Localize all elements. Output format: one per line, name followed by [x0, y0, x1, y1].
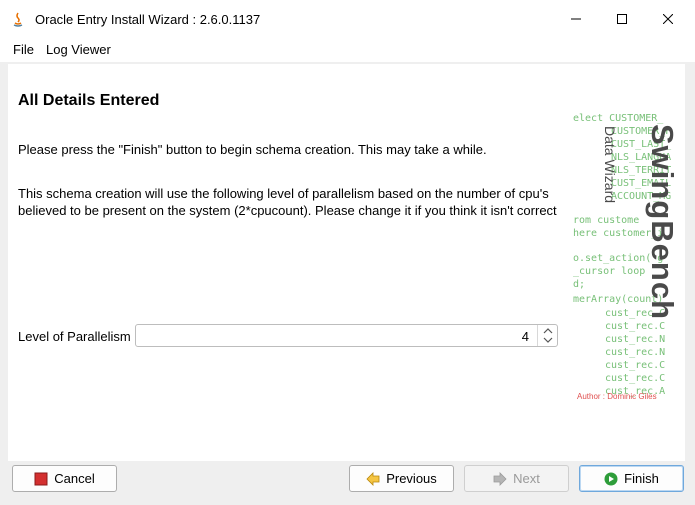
previous-button[interactable]: Previous [349, 465, 454, 492]
menu-file[interactable]: File [13, 42, 34, 57]
finish-button[interactable]: Finish [579, 465, 684, 492]
cancel-button[interactable]: Cancel [12, 465, 117, 492]
next-button[interactable]: Next [464, 465, 569, 492]
swingbench-logo-text: SwingBench [645, 124, 680, 321]
stop-icon [34, 472, 48, 485]
code-line: d; [573, 279, 586, 290]
chevron-down-icon[interactable] [538, 335, 558, 345]
title-bar: Oracle Entry Install Wizard : 2.6.0.1137 [0, 0, 695, 38]
window-title: Oracle Entry Install Wizard : 2.6.0.1137 [35, 12, 261, 27]
cancel-label: Cancel [54, 471, 95, 486]
arrow-right-icon [493, 471, 507, 486]
page-title: All Details Entered [18, 92, 160, 109]
play-icon [604, 472, 618, 485]
details-panel: All Details Entered Please press the "Fi… [8, 64, 573, 461]
wizard-window: Oracle Entry Install Wizard : 2.6.0.1137… [0, 0, 695, 505]
code-line: _cursor loop [573, 266, 646, 277]
menu-log-viewer[interactable]: Log Viewer [46, 42, 111, 57]
parallelism-label: Level of Parallelism [18, 329, 131, 344]
minimize-button[interactable] [553, 0, 599, 38]
parallelism-value: 4 [521, 329, 529, 344]
menu-bar: File Log Viewer [0, 38, 695, 62]
arrow-left-icon [366, 471, 380, 486]
author-credit: Author : Dominic Giles [577, 392, 657, 401]
previous-label: Previous [386, 471, 437, 486]
minimize-icon [571, 18, 581, 20]
code-line: rom custome [573, 215, 640, 226]
parallelism-spinner[interactable]: 4 [135, 324, 558, 347]
finish-label: Finish [624, 471, 659, 486]
maximize-button[interactable] [599, 0, 645, 38]
close-button[interactable] [645, 0, 691, 38]
next-label: Next [513, 471, 540, 486]
java-icon [13, 12, 23, 27]
finish-instruction-text: Please press the "Finish" button to begi… [18, 142, 487, 157]
maximize-icon [617, 14, 627, 24]
swingbench-brand-panel: elect CUSTOMER_ CUSTOMER_F CUST_LAST_ NL… [573, 64, 685, 461]
data-wizard-subtitle: Data Wizard [602, 126, 618, 204]
spinner-arrows[interactable] [537, 325, 557, 346]
content-area: All Details Entered Please press the "Fi… [0, 62, 695, 505]
close-icon [663, 14, 673, 24]
parallelism-description-text: This schema creation will use the follow… [18, 186, 557, 218]
